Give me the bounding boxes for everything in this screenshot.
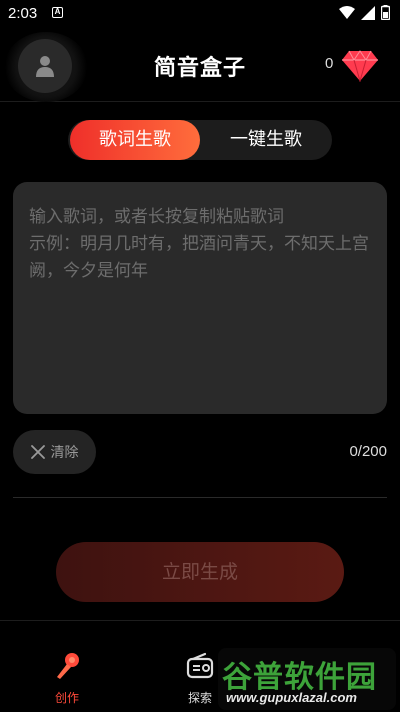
app-title: 简音盒子 (153, 56, 246, 81)
clipped-text (20, 514, 110, 522)
status-time: 2:03 (8, 5, 38, 22)
nav-create-label: 创作 (54, 691, 79, 705)
battery-icon (381, 5, 390, 20)
diamond-icon[interactable] (341, 50, 379, 82)
watermark-url: www.gupuxlazal.com (226, 690, 357, 705)
status-bar: 2:03 A (0, 0, 400, 28)
status-icons (339, 5, 390, 20)
wifi-icon (339, 5, 355, 19)
divider (13, 497, 387, 498)
lyrics-input[interactable]: 输入歌词，或者长按复制粘贴歌词 示例：明月几时有，把酒问青天，不知天上宫阙，今夕… (13, 182, 387, 414)
close-icon (30, 445, 45, 459)
mode-tabs: 歌词生歌 一键生歌 (68, 120, 332, 160)
watermark: 谷普软件园 www.gupuxlazal.com (218, 648, 396, 710)
clear-button[interactable]: 清除 (13, 430, 96, 474)
lyrics-placeholder: 输入歌词，或者长按复制粘贴歌词 示例：明月几时有，把酒问青天，不知天上宫阙，今夕… (29, 207, 369, 281)
generate-button[interactable]: 立即生成 (56, 542, 344, 602)
nav-create[interactable]: 创作 (37, 651, 97, 706)
tab-lyrics-to-song[interactable]: 歌词生歌 (70, 120, 200, 160)
app-header: 简音盒子 0 (0, 28, 400, 102)
clear-label: 清除 (50, 445, 79, 461)
microphone-icon (57, 653, 79, 679)
signal-icon (361, 5, 375, 20)
notification-icon: A (52, 7, 63, 18)
gem-count: 0 (325, 55, 334, 72)
tab-one-click-song[interactable]: 一键生歌 (200, 120, 332, 160)
char-count: 0/200 (349, 443, 387, 460)
radio-icon (186, 652, 214, 679)
